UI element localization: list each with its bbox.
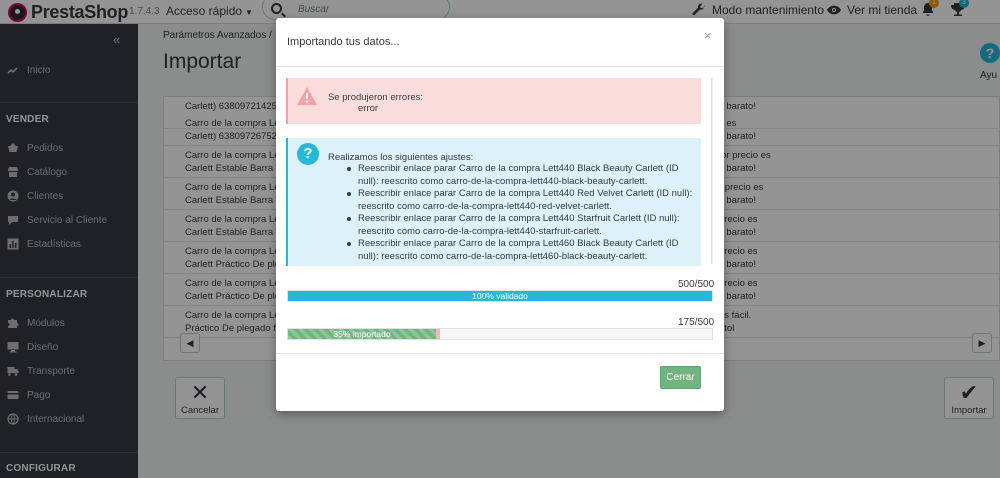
validation-progress-bar: 100% validado [287,290,713,302]
scroll-up-icon[interactable]: ▲ [712,78,713,89]
messages-scroll-area[interactable]: Se produjeron errores: error ? Realizamo… [286,78,713,266]
error-title: Se produjeron errores: [328,92,424,103]
warning-icon [297,87,317,105]
close-button[interactable]: Cerrar [660,366,701,389]
import-progress-modal: Importando tus datos... × Se produjeron … [276,18,724,411]
import-progress-fill: 35% importado [288,329,436,339]
scroll-down-icon[interactable]: ▼ [712,253,713,264]
validated-count: 500/500 [678,279,715,290]
modal-header-divider [276,66,724,67]
error-detail: error [358,103,379,114]
list-item: Reescribir enlace parar Carro de la comp… [347,213,698,238]
info-title: Realizamos los siguientes ajustes: [328,152,474,163]
list-item: Reescribir enlace parar Carro de la comp… [347,238,698,263]
modal-footer-divider [276,353,724,354]
list-item: Reescribir enlace parar Carro de la comp… [347,163,698,188]
error-alert: Se produjeron errores: error [286,78,701,124]
question-icon: ? [297,143,319,165]
info-alert: ? Realizamos los siguientes ajustes: Ree… [286,138,701,266]
adjustments-list: Reescribir enlace parar Carro de la comp… [347,163,698,263]
modal-title: Importando tus datos... [287,36,400,48]
import-progress-pending [436,329,440,339]
close-icon[interactable]: × [704,28,712,43]
validation-progress-fill: 100% validado [288,291,712,301]
imported-count: 175/500 [678,317,715,328]
import-progress-bar: 35% importado [287,328,713,340]
vertical-scrollbar[interactable]: ▲ ▼ [711,78,713,264]
list-item: Reescribir enlace parar Carro de la comp… [347,188,698,213]
